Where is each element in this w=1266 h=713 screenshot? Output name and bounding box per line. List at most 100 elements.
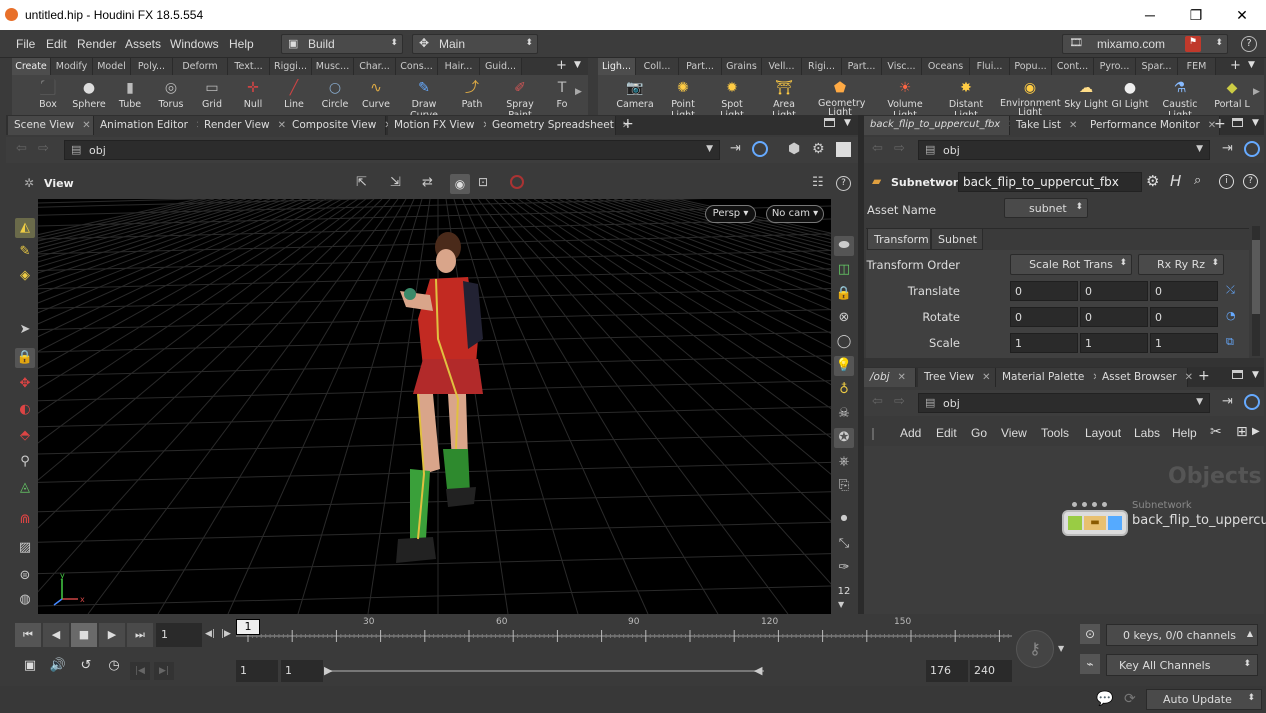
forward-arrow-icon[interactable]: ⇨ — [894, 141, 905, 156]
range-end-handle[interactable]: ◀ — [754, 664, 762, 677]
shelf-tab-oceans[interactable]: Oceans — [922, 58, 970, 75]
shelf-tab-rigid[interactable]: Rigi... — [802, 58, 842, 75]
tab-tree-view[interactable]: Tree View ✕ — [918, 368, 996, 387]
network-path-field[interactable]: ▤ obj ▼ — [918, 393, 1210, 413]
pick-icon[interactable]: ⤡ — [834, 534, 854, 554]
link-icon[interactable] — [752, 141, 768, 157]
close-button[interactable]: ✕ — [1219, 4, 1265, 26]
tab-transform[interactable]: Transform — [867, 228, 931, 250]
scroll-down-icon[interactable]: ▼ — [838, 600, 844, 609]
tool-geometry-light[interactable]: ⬟ Geometry Light — [818, 77, 865, 117]
net-menu-tools[interactable]: Tools — [1041, 426, 1069, 440]
add-tab-icon[interactable]: + — [1214, 116, 1226, 132]
range-start-handle[interactable]: ▶ — [324, 664, 332, 677]
tool-tube[interactable]: ▮ Tube — [108, 77, 152, 110]
shelf-tab-vellum[interactable]: Vell... — [762, 58, 802, 75]
keys-status[interactable]: 0 keys, 0/0 channels ▲ — [1106, 624, 1258, 646]
rotate-icon[interactable]: ◐ — [15, 400, 35, 420]
maximize-button[interactable]: ❐ — [1173, 4, 1219, 26]
shelf-tab-characters[interactable]: Char... — [354, 58, 396, 75]
display-options-icon[interactable]: ◉ — [450, 174, 470, 194]
tool-circle[interactable]: ○ Circle — [313, 77, 357, 110]
help-icon[interactable]: ? — [1241, 36, 1257, 52]
forward-arrow-icon[interactable]: ⇨ — [38, 141, 49, 156]
maximize-pane-icon[interactable] — [824, 118, 835, 127]
menu-help[interactable]: Help — [229, 37, 254, 51]
next-key-icon[interactable]: ▶| — [154, 662, 174, 680]
path-dropdown-icon[interactable]: ▼ — [706, 144, 713, 154]
maximize-pane-icon[interactable] — [1232, 118, 1243, 127]
scale-x-field[interactable]: 1 — [1010, 333, 1078, 353]
pane-menu-icon[interactable]: ▼ — [844, 118, 851, 128]
shelf-tab-fem[interactable]: FEM — [1178, 58, 1216, 75]
net-menu-help[interactable]: Help — [1172, 426, 1197, 440]
shelf-tab-populate[interactable]: Popu... — [1010, 58, 1052, 75]
graph-icon[interactable]: ⌁ — [1080, 654, 1100, 674]
rotate-y-field[interactable]: 0 — [1080, 307, 1148, 327]
viewer-help-icon[interactable]: ? — [836, 176, 851, 191]
tool-gi-light[interactable]: ● GI Light — [1108, 77, 1152, 110]
add-shelf-icon[interactable]: + — [1230, 58, 1241, 73]
playback-start-field[interactable]: 1 — [281, 660, 323, 682]
shelf-tab-text[interactable]: Text... — [228, 58, 270, 75]
shelf-scroll-icon[interactable]: ▶ — [575, 87, 582, 97]
handle-icon[interactable]: ⤯ — [1226, 283, 1235, 297]
cube-icon[interactable]: ⬢ — [788, 141, 800, 157]
scrollbar-thumb[interactable] — [1252, 240, 1260, 314]
channel-list-icon[interactable]: ⊙ — [1080, 624, 1100, 644]
translate-x-field[interactable]: 0 — [1010, 281, 1078, 301]
desktop-select[interactable]: ▣ Build ⬍ — [281, 34, 403, 54]
point-icon[interactable]: ● — [834, 508, 854, 528]
pin-icon[interactable]: ⇥ — [1222, 394, 1233, 409]
handle-icon[interactable]: ◔ — [1226, 309, 1236, 322]
tree-icon[interactable]: ⊞ — [1236, 424, 1248, 440]
shelf-tab-viscous[interactable]: Visc... — [882, 58, 922, 75]
handle-icon[interactable]: ⧉ — [1226, 335, 1234, 349]
tool-portal-light[interactable]: ◆ Portal L — [1212, 77, 1252, 110]
persp-menu[interactable]: Persp ▾ — [705, 205, 756, 223]
shelf-tab-muscles[interactable]: Musc... — [312, 58, 354, 75]
pose-tool-icon[interactable]: ◈ — [15, 266, 35, 286]
grab-icon[interactable]: ◍ — [15, 590, 35, 610]
handle-tool-icon[interactable]: ◭ — [15, 218, 35, 238]
net-menu-edit[interactable]: Edit — [936, 426, 957, 440]
forward-arrow-icon[interactable]: ⇨ — [894, 394, 905, 409]
tool-grid[interactable]: ▭ Grid — [190, 77, 234, 110]
select-tool-icon[interactable]: ⇲ — [390, 175, 401, 190]
tool-font[interactable]: T Fo — [552, 77, 572, 110]
menu-windows[interactable]: Windows — [170, 37, 219, 51]
flipbook-button-icon[interactable]: ▣ — [18, 658, 42, 680]
realtime-icon[interactable]: ◷ — [102, 658, 126, 680]
net-menu-layout[interactable]: Layout — [1085, 426, 1121, 440]
jump-start-icon[interactable]: ⏮ — [15, 623, 41, 647]
tab-performance-monitor[interactable]: Performance Monitor ✕ — [1084, 116, 1220, 135]
transform-order-select[interactable]: Scale Rot Trans ⬍ — [1010, 254, 1132, 275]
path-dropdown-icon[interactable]: ▼ — [1196, 397, 1203, 407]
scale-z-field[interactable]: 1 — [1150, 333, 1218, 353]
shelf-tab-grains[interactable]: Grains — [722, 58, 762, 75]
menu-edit[interactable]: Edit — [46, 37, 67, 51]
timeline-ruler[interactable]: 1 30 60 90 120 150 — [236, 616, 1012, 650]
lock-camera-icon[interactable]: 🔒 — [834, 284, 854, 304]
shelf-tab-rigging[interactable]: Riggi... — [270, 58, 312, 75]
range-slider[interactable]: ▶ ◀ — [324, 664, 764, 677]
tool-sky-light[interactable]: ☁ Sky Light — [1064, 77, 1108, 110]
close-tab-icon[interactable]: ✕ — [898, 372, 906, 383]
node-name-field[interactable]: back_flip_to_uppercut_fbx — [958, 172, 1142, 192]
snap-icon[interactable]: ⇄ — [422, 175, 433, 190]
pane-splitter-horizontal[interactable] — [864, 358, 1264, 367]
key-channels-select[interactable]: Key All Channels ⬍ — [1106, 654, 1258, 676]
net-menu-go[interactable]: Go — [971, 426, 987, 440]
stop-icon[interactable]: ■ — [71, 623, 97, 647]
lock-icon[interactable]: 🔒 — [15, 348, 35, 368]
add-tab-icon[interactable]: + — [622, 116, 634, 132]
tab-motion-fx-view[interactable]: Motion FX View✕ — [388, 116, 491, 135]
shelf-tab-constraints[interactable]: Cons... — [396, 58, 438, 75]
loop-icon[interactable]: ↺ — [74, 658, 98, 680]
magnet-icon[interactable]: ⋒ — [15, 510, 35, 530]
tool-torus[interactable]: ◎ Torus — [149, 77, 193, 110]
tool-box[interactable]: ⬛ Box — [26, 77, 70, 110]
tools-icon[interactable]: ✂ — [1210, 424, 1222, 440]
close-tab-icon[interactable]: ✕ — [1185, 372, 1193, 383]
scale-icon[interactable]: ⬘ — [15, 426, 35, 446]
